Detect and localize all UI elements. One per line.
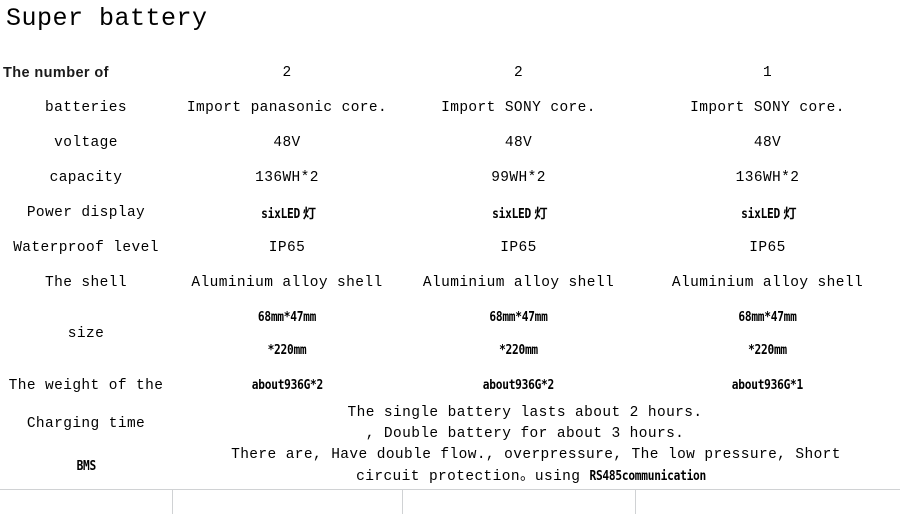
cell-batteries-col3: Import SONY core. — [690, 99, 845, 116]
cell-weight-col3: about936G*1 — [635, 368, 900, 403]
table-footer-grid-row — [0, 488, 900, 514]
bms-line2-part-b: RS485communication — [589, 469, 707, 485]
footer-cell-3 — [634, 488, 900, 514]
cell-size-col1: 68mm*47mm *220mm — [172, 300, 402, 368]
header-col1-count: 2 — [282, 64, 292, 81]
table-row: The shell Aluminium alloy shell Aluminiu… — [0, 265, 900, 300]
row-label-bms-text: BMS — [76, 458, 96, 474]
cell-capacity-col3: 136WH*2 — [735, 169, 800, 186]
cell-charging-time-note: The single battery lasts about 2 hours. … — [172, 403, 900, 445]
row-label-charging-time: Charging time — [26, 416, 146, 432]
table-row-bms: BMS There are, Have double flow., overpr… — [0, 445, 900, 489]
cell-power-display-col1: sixLED 灯 — [172, 195, 402, 230]
footer-cell-2 — [401, 488, 635, 514]
row-label-weight: The weight of the — [8, 377, 164, 394]
cell-power-display-col2: sixLED 灯 — [402, 195, 635, 230]
cell-power-display-col1-text: sixLED — [260, 206, 300, 222]
row-label-size: size — [67, 326, 105, 342]
table-header-row: The number of 2 2 1 — [0, 55, 900, 90]
row-label-waterproof-level: Waterproof level — [13, 239, 159, 256]
table-row: capacity 136WH*2 99WH*2 136WH*2 — [0, 160, 900, 195]
cell-weight-col1: about936G*2 — [172, 368, 402, 403]
row-label-the-shell: The shell — [45, 274, 127, 291]
cell-capacity-col2: 99WH*2 — [491, 169, 546, 186]
header-col2-count: 2 — [513, 64, 524, 81]
cell-size-col2: 68mm*47mm *220mm — [402, 300, 635, 368]
row-label-power-display: Power display — [26, 204, 146, 221]
cell-power-display-col1-cjk: 灯 — [302, 206, 317, 222]
bms-line2-part-a: circuit protection。using — [356, 469, 581, 486]
cell-weight-col2: about936G*2 — [402, 368, 635, 403]
cell-batteries-col2: Import SONY core. — [441, 99, 596, 116]
cell-power-display-col3-cjk: 灯 — [783, 206, 797, 222]
header-col3-count: 1 — [762, 64, 773, 81]
cell-capacity-col1: 136WH*2 — [255, 169, 319, 186]
product-spec-sheet: Super battery The number of 2 2 1 batter… — [0, 0, 900, 515]
cell-bms-note: There are, Have double flow., overpressu… — [172, 445, 900, 489]
cell-size-col3-line1: 68mm*47mm — [738, 310, 797, 325]
table-row-charging-time: Charging time The single battery lasts a… — [0, 403, 900, 445]
table-row-size: size 68mm*47mm *220mm 68mm*47mm *220mm 6… — [0, 300, 900, 368]
cell-weight-col2-text: about936G*2 — [482, 377, 555, 393]
cell-batteries-col1: Import panasonic core. — [186, 99, 388, 116]
cell-waterproof-col2: IP65 — [500, 239, 537, 256]
cell-waterproof-col1: IP65 — [268, 239, 306, 256]
row-label-bms: BMS — [0, 445, 172, 489]
cell-voltage-col3: 48V — [753, 134, 782, 151]
cell-voltage-col2: 48V — [504, 134, 533, 151]
cell-shell-col3: Aluminium alloy shell — [671, 274, 864, 291]
header-label: The number of — [3, 64, 109, 81]
cell-size-col1-line2: *220mm — [267, 343, 307, 358]
cell-shell-col2: Aluminium alloy shell — [422, 274, 615, 291]
charging-time-line1: The single battery lasts about 2 hours. — [347, 405, 703, 421]
table-row: voltage 48V 48V 48V — [0, 125, 900, 160]
footer-cell-1 — [171, 488, 402, 514]
bms-line1: There are, Have double flow., overpressu… — [231, 447, 841, 464]
cell-size-col3-line2: *220mm — [748, 343, 787, 358]
cell-shell-col1: Aluminium alloy shell — [191, 274, 383, 291]
cell-weight-col1-text: about936G*2 — [251, 377, 323, 393]
cell-size-col2-line1: 68mm*47mm — [489, 310, 548, 325]
cell-voltage-col1: 48V — [273, 134, 301, 151]
table-row: The weight of the about936G*2 about936G*… — [0, 368, 900, 403]
cell-size-col2-line2: *220mm — [499, 343, 538, 358]
row-label-batteries: batteries — [45, 99, 127, 116]
specification-table: The number of 2 2 1 batteries Import pan… — [0, 55, 900, 514]
cell-power-display-col2-cjk: 灯 — [534, 206, 548, 222]
page-title: Super battery — [6, 4, 208, 33]
cell-power-display-col3: sixLED 灯 — [635, 195, 900, 230]
row-label-voltage: voltage — [54, 134, 118, 151]
charging-time-line2: , Double battery for about 3 hours. — [365, 426, 685, 442]
cell-power-display-col3-text: sixLED — [741, 206, 781, 222]
row-label-capacity: capacity — [49, 169, 123, 186]
footer-cell-0 — [0, 488, 172, 514]
cell-power-display-col2-text: sixLED — [492, 206, 532, 222]
table-row: Waterproof level IP65 IP65 IP65 — [0, 230, 900, 265]
cell-size-col1-line1: 68mm*47mm — [257, 310, 317, 325]
bms-line2: circuit protection。using RS485communicati… — [176, 466, 896, 488]
table-row: batteries Import panasonic core. Import … — [0, 90, 900, 125]
table-row: Power display sixLED 灯 sixLED 灯 sixLED 灯 — [0, 195, 900, 230]
cell-size-col3: 68mm*47mm *220mm — [635, 300, 900, 368]
cell-waterproof-col3: IP65 — [749, 239, 786, 256]
cell-weight-col3-text: about936G*1 — [731, 377, 804, 393]
